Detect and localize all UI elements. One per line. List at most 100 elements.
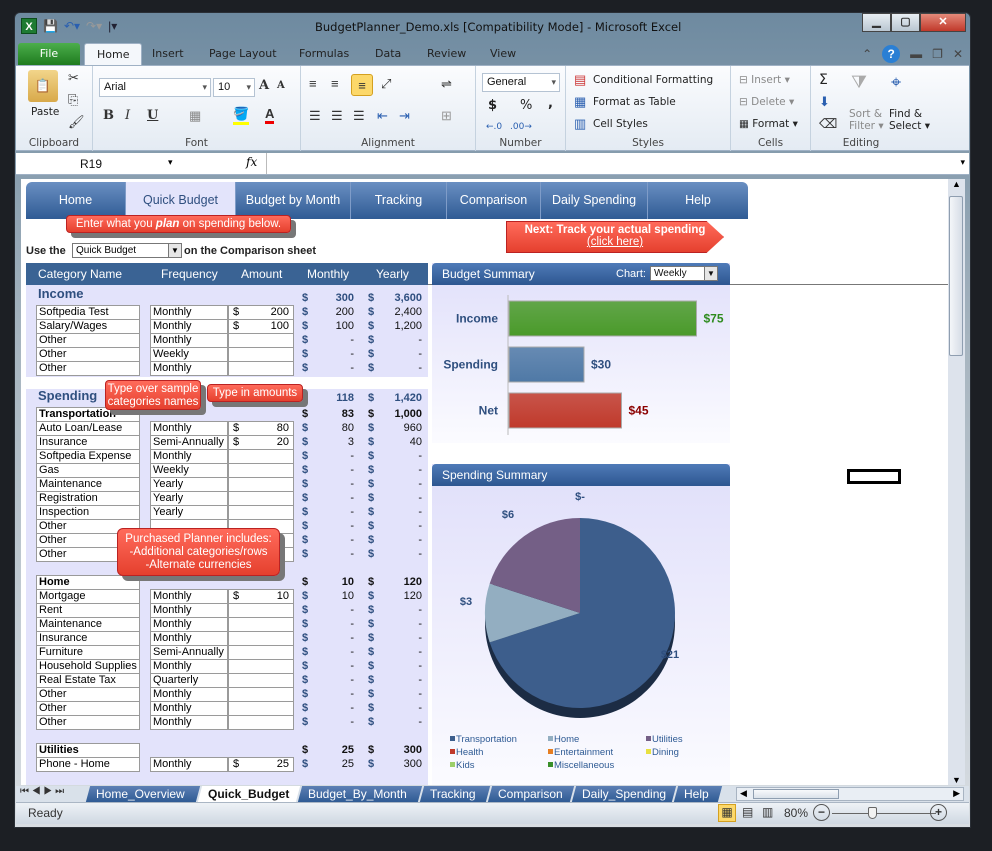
- frequency-cell[interactable]: Monthly: [150, 617, 228, 632]
- amount-cell[interactable]: [228, 673, 294, 688]
- delete-cells-button[interactable]: ⊟ Delete ▾: [739, 96, 794, 108]
- align-middle-icon[interactable]: ≡: [331, 76, 339, 91]
- selected-cell-r19[interactable]: [847, 469, 901, 484]
- vertical-scrollbar[interactable]: ▲ ▼: [948, 179, 965, 785]
- help-icon[interactable]: ?: [882, 45, 901, 63]
- frequency-cell[interactable]: Monthly: [150, 701, 228, 716]
- frequency-cell[interactable]: Monthly: [150, 631, 228, 646]
- cell-styles-button[interactable]: Cell Styles: [593, 118, 648, 130]
- comparison-source-select[interactable]: Quick Budget ▼: [72, 243, 182, 258]
- amount-cell[interactable]: [228, 505, 294, 520]
- amount-cell[interactable]: [228, 347, 294, 362]
- category-name-cell[interactable]: Inspection: [36, 505, 140, 520]
- orientation-icon[interactable]: ⤢: [381, 76, 391, 92]
- decrease-decimal-icon[interactable]: .00→: [510, 122, 532, 132]
- cut-icon[interactable]: ✂: [68, 70, 79, 86]
- amount-cell[interactable]: $20: [228, 435, 294, 450]
- chevron-down-icon[interactable]: ▼: [168, 244, 181, 257]
- expand-formula-bar-icon[interactable]: ▾: [960, 157, 965, 168]
- name-box-dropdown-icon[interactable]: ▾: [168, 157, 173, 168]
- amount-cell[interactable]: $200: [228, 305, 294, 320]
- nav-home[interactable]: Home: [26, 182, 126, 219]
- frequency-cell[interactable]: Yearly: [150, 477, 228, 492]
- save-icon[interactable]: 💾: [43, 19, 58, 33]
- tab-insert[interactable]: Insert: [140, 43, 196, 65]
- category-name-cell[interactable]: Other: [36, 361, 140, 376]
- align-right-icon[interactable]: ☰: [353, 108, 365, 124]
- fill-color-icon[interactable]: 🪣: [233, 106, 250, 125]
- sheet-tab-tracking[interactable]: Tracking: [419, 786, 491, 802]
- click-here-link[interactable]: (click here): [587, 236, 643, 248]
- align-left-icon[interactable]: ☰: [309, 108, 321, 124]
- tab-data[interactable]: Data: [363, 43, 413, 65]
- align-bottom-icon[interactable]: ≡: [351, 74, 373, 96]
- zoom-level[interactable]: 80%: [784, 806, 808, 820]
- close-button[interactable]: ✕: [920, 13, 966, 32]
- sheet-tab-home-overview[interactable]: Home_Overview: [85, 786, 201, 802]
- bold-icon[interactable]: B: [103, 108, 114, 123]
- frequency-cell[interactable]: Monthly: [150, 589, 228, 604]
- tab-review[interactable]: Review: [415, 43, 478, 65]
- workbook-close-icon[interactable]: ✕: [953, 47, 963, 61]
- frequency-cell[interactable]: Monthly: [150, 361, 228, 376]
- sheet-tab-help[interactable]: Help: [673, 786, 723, 802]
- frequency-cell[interactable]: Monthly: [150, 305, 228, 320]
- zoom-slider-track[interactable]: [832, 813, 936, 814]
- category-name-cell[interactable]: Other: [36, 701, 140, 716]
- frequency-cell[interactable]: Weekly: [150, 347, 228, 362]
- category-name-cell[interactable]: Other: [36, 687, 140, 702]
- tab-home[interactable]: Home: [84, 43, 143, 65]
- chart-period-select[interactable]: Weekly ▼: [650, 266, 718, 281]
- category-name-cell[interactable]: Maintenance: [36, 477, 140, 492]
- nav-comparison[interactable]: Comparison: [447, 182, 541, 219]
- sheet-nav-arrows-icon[interactable]: ⏮ ◀ ▶ ⏭: [20, 786, 64, 797]
- horizontal-scrollbar[interactable]: ◀ ▶: [736, 787, 964, 801]
- scroll-right-icon[interactable]: ▶: [953, 788, 960, 799]
- vertical-scroll-thumb[interactable]: [949, 196, 963, 356]
- frequency-cell[interactable]: Semi-Annually: [150, 435, 228, 450]
- chevron-down-icon[interactable]: ▼: [704, 267, 717, 280]
- category-name-cell[interactable]: Insurance: [36, 631, 140, 646]
- increase-decimal-icon[interactable]: ←.0: [486, 122, 502, 132]
- tab-page-layout[interactable]: Page Layout: [197, 43, 289, 65]
- conditional-formatting-button[interactable]: Conditional Formatting: [593, 74, 713, 86]
- amount-cell[interactable]: [228, 687, 294, 702]
- formula-input[interactable]: [266, 153, 956, 174]
- sheet-tab-comparison[interactable]: Comparison: [487, 786, 575, 802]
- percent-button[interactable]: %: [520, 98, 532, 113]
- italic-icon[interactable]: I: [125, 108, 130, 123]
- align-top-icon[interactable]: ≡: [309, 76, 317, 91]
- category-name-cell[interactable]: Registration: [36, 491, 140, 506]
- frequency-cell[interactable]: Yearly: [150, 505, 228, 520]
- undo-icon[interactable]: ↶▾: [64, 19, 80, 33]
- normal-view-icon[interactable]: ▦: [718, 804, 736, 822]
- frequency-cell[interactable]: Weekly: [150, 463, 228, 478]
- sheet-tab-quick-budget[interactable]: Quick_Budget: [197, 786, 301, 802]
- frequency-cell[interactable]: Monthly: [150, 687, 228, 702]
- paste-button[interactable]: Paste: [31, 106, 59, 118]
- amount-cell[interactable]: [228, 491, 294, 506]
- category-name-cell[interactable]: Furniture: [36, 645, 140, 660]
- frequency-cell[interactable]: Monthly: [150, 421, 228, 436]
- category-name-cell[interactable]: Other: [36, 715, 140, 730]
- category-name-cell[interactable]: Phone - Home: [36, 757, 140, 772]
- category-name-cell[interactable]: Auto Loan/Lease: [36, 421, 140, 436]
- nav-tracking[interactable]: Tracking: [351, 182, 447, 219]
- fill-icon[interactable]: ⬇: [819, 94, 830, 110]
- merge-center-icon[interactable]: ⊞: [441, 108, 452, 124]
- frequency-cell[interactable]: Semi-Annually: [150, 645, 228, 660]
- nav-quick-budget[interactable]: Quick Budget: [126, 182, 236, 219]
- frequency-cell[interactable]: Monthly: [150, 659, 228, 674]
- category-name-cell[interactable]: Rent: [36, 603, 140, 618]
- minimize-ribbon-icon[interactable]: ⌃: [862, 47, 872, 61]
- category-name-cell[interactable]: Real Estate Tax: [36, 673, 140, 688]
- page-break-view-icon[interactable]: ▥: [762, 805, 773, 819]
- amount-cell[interactable]: $10: [228, 589, 294, 604]
- zoom-slider-thumb[interactable]: [868, 807, 878, 819]
- workbook-minimize-icon[interactable]: ▬: [910, 47, 922, 61]
- sort-filter-button[interactable]: Sort & Filter ▾: [849, 108, 884, 132]
- page-layout-view-icon[interactable]: ▤: [742, 805, 753, 819]
- amount-cell[interactable]: [228, 333, 294, 348]
- clear-icon[interactable]: ⌫: [819, 116, 837, 132]
- insert-cells-button[interactable]: ⊟ Insert ▾: [739, 74, 790, 86]
